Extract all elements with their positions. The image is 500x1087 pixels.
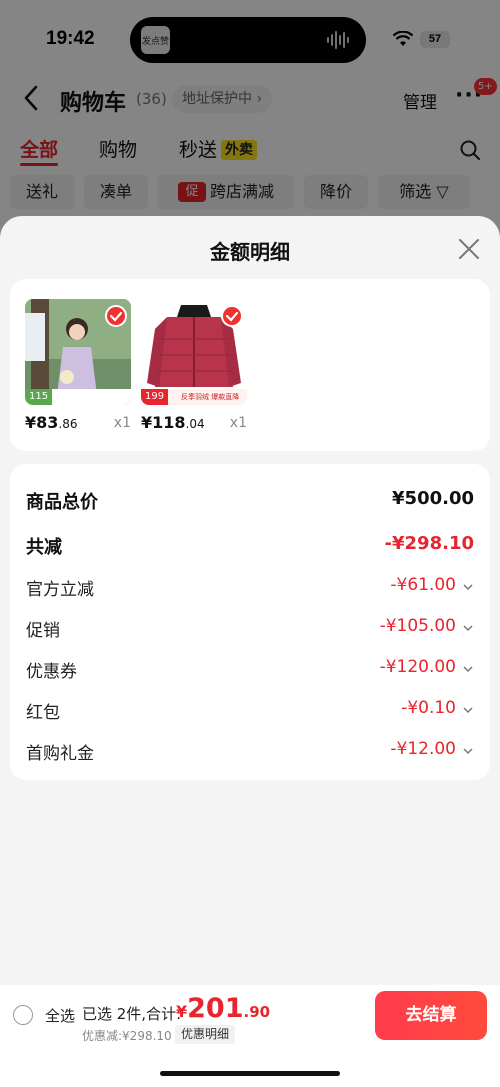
select-all-radio[interactable] xyxy=(13,1005,33,1025)
chevron-down-icon xyxy=(463,584,473,591)
product-image-dress: 115 xyxy=(25,299,131,405)
detail-value: -¥12.00 xyxy=(390,739,456,759)
checked-icon xyxy=(105,305,127,327)
goods-price: ¥118.04 xyxy=(141,413,205,432)
detail-label: 促销 xyxy=(26,621,60,641)
detail-row-red-packet[interactable]: 红包 -¥0.10 xyxy=(26,698,474,723)
detail-value: -¥105.00 xyxy=(379,616,456,636)
detail-row-official-discount[interactable]: 官方立减 -¥61.00 xyxy=(26,575,474,600)
detail-label: 商品总价 xyxy=(26,492,98,513)
detail-value: -¥120.00 xyxy=(379,657,456,677)
close-icon[interactable] xyxy=(456,236,482,262)
amount-detail-sheet: 金额明细 115 ¥83.86 x1 反季羽绒 爆款直降 199 ¥118.04… xyxy=(0,216,500,1087)
price-tag: 199 xyxy=(141,389,169,405)
sheet-title: 金额明细 xyxy=(210,240,290,264)
select-all-label[interactable]: 全选 xyxy=(45,1005,75,1026)
discount-summary: 优惠减:¥298.10 xyxy=(82,1029,172,1043)
detail-label: 优惠券 xyxy=(26,662,77,682)
detail-label: 红包 xyxy=(26,703,60,723)
detail-row-coupon[interactable]: 优惠券 -¥120.00 xyxy=(26,657,474,682)
price-detail-card: 商品总价 ¥500.00 共减 -¥298.10 官方立减 -¥61.00 促销… xyxy=(10,464,490,780)
home-indicator xyxy=(160,1071,340,1076)
detail-label: 官方立减 xyxy=(26,580,94,600)
detail-value: -¥0.10 xyxy=(401,698,456,718)
discount-detail-button[interactable]: 优惠明细 xyxy=(175,1025,236,1044)
price-tag: 115 xyxy=(25,389,53,405)
goods-item[interactable]: 反季羽绒 爆款直降 199 ¥118.04 x1 xyxy=(141,299,247,432)
chevron-down-icon xyxy=(463,707,473,714)
detail-label: 首购礼金 xyxy=(26,744,94,764)
selected-goods-card: 115 ¥83.86 x1 反季羽绒 爆款直降 199 ¥118.04 x1 xyxy=(10,279,490,451)
total-amount: ¥201.90 xyxy=(176,993,271,1024)
goods-quantity: x1 xyxy=(113,415,131,431)
detail-value: ¥500.00 xyxy=(392,488,474,509)
checkout-button[interactable]: 去结算 xyxy=(375,991,487,1040)
checkout-bar: 全选 已选 2件,合计: ¥201.90 优惠减:¥298.10 优惠明细 去结… xyxy=(0,985,500,1087)
chevron-down-icon xyxy=(463,666,473,673)
goods-quantity: x1 xyxy=(229,415,247,431)
selected-count-text: 已选 2件,合计: xyxy=(82,1005,182,1023)
chevron-down-icon xyxy=(463,748,473,755)
detail-value: -¥61.00 xyxy=(390,575,456,595)
detail-row-first-purchase-gift[interactable]: 首购礼金 -¥12.00 xyxy=(26,739,474,764)
goods-price: ¥83.86 xyxy=(25,413,78,432)
detail-row-promotion[interactable]: 促销 -¥105.00 xyxy=(26,616,474,641)
chevron-down-icon xyxy=(463,625,473,632)
detail-label: 共减 xyxy=(26,537,62,558)
product-image-jacket: 反季羽绒 爆款直降 199 xyxy=(141,299,247,405)
goods-item[interactable]: 115 ¥83.86 x1 xyxy=(25,299,131,432)
checked-icon xyxy=(221,305,243,327)
detail-row-goods-total: 商品总价 ¥500.00 xyxy=(26,488,474,513)
detail-value: -¥298.10 xyxy=(384,533,474,554)
detail-row-total-reduction: 共减 -¥298.10 xyxy=(26,533,474,558)
